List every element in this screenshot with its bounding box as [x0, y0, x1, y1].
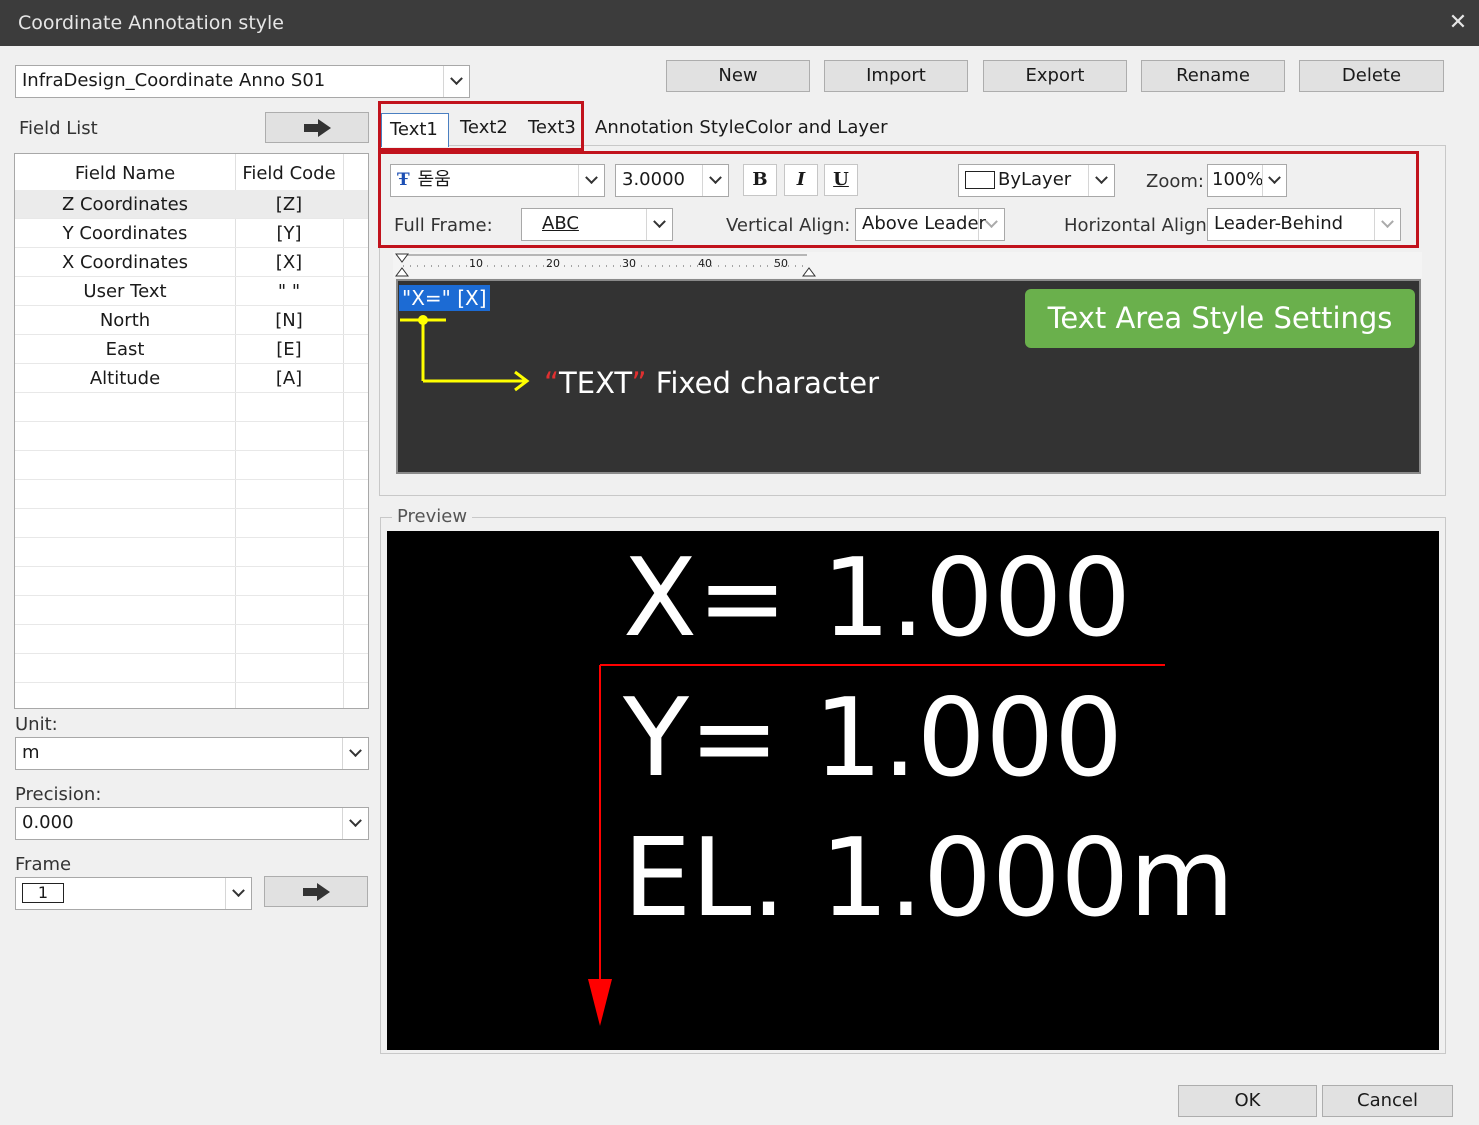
preview-line-x: X= 1.000: [623, 536, 1131, 661]
insert-field-button[interactable]: [265, 112, 369, 143]
quote-open: “: [544, 366, 560, 400]
empty-row: [15, 625, 368, 654]
empty-row: [15, 393, 368, 422]
table-row[interactable]: North [N]: [15, 306, 368, 335]
ruler-tick: 30: [622, 257, 636, 270]
preview-line-y: Y= 1.000: [623, 676, 1123, 801]
frame-value: 1: [22, 883, 64, 903]
preview-canvas: X= 1.000 Y= 1.000 EL. 1.000m: [387, 531, 1439, 1050]
rename-button[interactable]: Rename: [1141, 60, 1285, 92]
empty-row: [15, 654, 368, 683]
row-field-name: Altitude: [89, 368, 161, 389]
unit-select[interactable]: m: [15, 737, 369, 770]
row-field-code: [A]: [275, 368, 303, 389]
row-field-code: [Y]: [276, 223, 302, 244]
style-settings-highlight-box: [378, 151, 1419, 248]
table-row[interactable]: X Coordinates [X]: [15, 248, 368, 277]
chevron-down-icon: [225, 878, 251, 909]
style-select[interactable]: InfraDesign_Coordinate Anno S01: [15, 65, 470, 98]
chevron-down-icon: [443, 66, 469, 97]
cancel-button[interactable]: Cancel: [1322, 1085, 1453, 1117]
callout-arrow: [400, 315, 530, 392]
table-row[interactable]: User Text " ": [15, 277, 368, 306]
row-field-name: X Coordinates: [61, 252, 189, 273]
frame-apply-button[interactable]: [264, 876, 368, 907]
note-rest: Fixed character: [646, 366, 879, 400]
fixed-character-note: “TEXT” Fixed character: [544, 366, 879, 400]
row-field-code: " ": [277, 281, 301, 302]
empty-row: [15, 451, 368, 480]
export-button[interactable]: Export: [983, 60, 1127, 92]
frame-select[interactable]: 1: [15, 877, 252, 910]
table-header: Field Name Field Code: [15, 158, 368, 189]
new-button[interactable]: New: [666, 60, 810, 92]
empty-row: [15, 538, 368, 567]
tab-annotation-style[interactable]: Annotation Style: [595, 113, 745, 143]
arrow-right-icon: [302, 881, 330, 902]
row-field-name: Z Coordinates: [61, 194, 189, 215]
empty-row: [15, 422, 368, 451]
chevron-down-icon: [342, 738, 368, 769]
unit-label: Unit:: [15, 714, 58, 735]
note-word: TEXT: [559, 366, 632, 400]
editor-selected-text[interactable]: "X=" [X]: [399, 285, 490, 311]
ok-button[interactable]: OK: [1178, 1085, 1317, 1117]
table-row[interactable]: Altitude [A]: [15, 364, 368, 393]
precision-value: 0.000: [22, 812, 74, 833]
import-button[interactable]: Import: [824, 60, 968, 92]
unit-value: m: [22, 742, 40, 763]
empty-row: [15, 480, 368, 509]
header-field-code: Field Code: [242, 163, 336, 184]
table-row[interactable]: East [E]: [15, 335, 368, 364]
ruler-tick: 40: [698, 257, 712, 270]
ruler-tick: 50: [774, 257, 788, 270]
tab-color-and-layer[interactable]: Color and Layer: [745, 113, 888, 143]
empty-row: [15, 509, 368, 538]
preview-line-el: EL. 1.000m: [623, 816, 1235, 941]
window-title: Coordinate Annotation style: [18, 12, 284, 34]
ruler: 10 20 30 40 50: [393, 252, 1422, 278]
row-field-code: [N]: [275, 310, 303, 331]
table-row[interactable]: Z Coordinates [Z]: [15, 190, 368, 219]
header-field-name: Field Name: [74, 163, 176, 184]
field-list-label: Field List: [19, 118, 98, 139]
tabs-highlight-box: [378, 101, 584, 151]
frame-label: Frame: [15, 854, 72, 875]
arrow-right-icon: [303, 117, 331, 138]
row-field-code: [X]: [275, 252, 303, 273]
precision-select[interactable]: 0.000: [15, 807, 369, 840]
chevron-down-icon: [342, 808, 368, 839]
row-field-name: User Text: [83, 281, 167, 302]
row-field-code: [E]: [276, 339, 302, 360]
row-field-name: North: [99, 310, 151, 331]
row-field-name: Y Coordinates: [62, 223, 188, 244]
empty-row: [15, 596, 368, 625]
empty-row: [15, 567, 368, 596]
style-select-value: InfraDesign_Coordinate Anno S01: [22, 70, 326, 91]
text-area-style-badge: Text Area Style Settings: [1025, 289, 1415, 348]
preview-label: Preview: [392, 506, 473, 527]
row-field-code: [Z]: [275, 194, 303, 215]
delete-button[interactable]: Delete: [1299, 60, 1444, 92]
quote-close: ”: [631, 366, 647, 400]
precision-label: Precision:: [15, 784, 102, 805]
ruler-tick: 10: [469, 257, 483, 270]
close-button[interactable]: ✕: [1440, 6, 1476, 40]
row-field-name: East: [105, 339, 145, 360]
ruler-tick: 20: [546, 257, 560, 270]
table-row[interactable]: Y Coordinates [Y]: [15, 219, 368, 248]
field-table[interactable]: Field Name Field Code Z Coordinates [Z] …: [14, 153, 369, 709]
